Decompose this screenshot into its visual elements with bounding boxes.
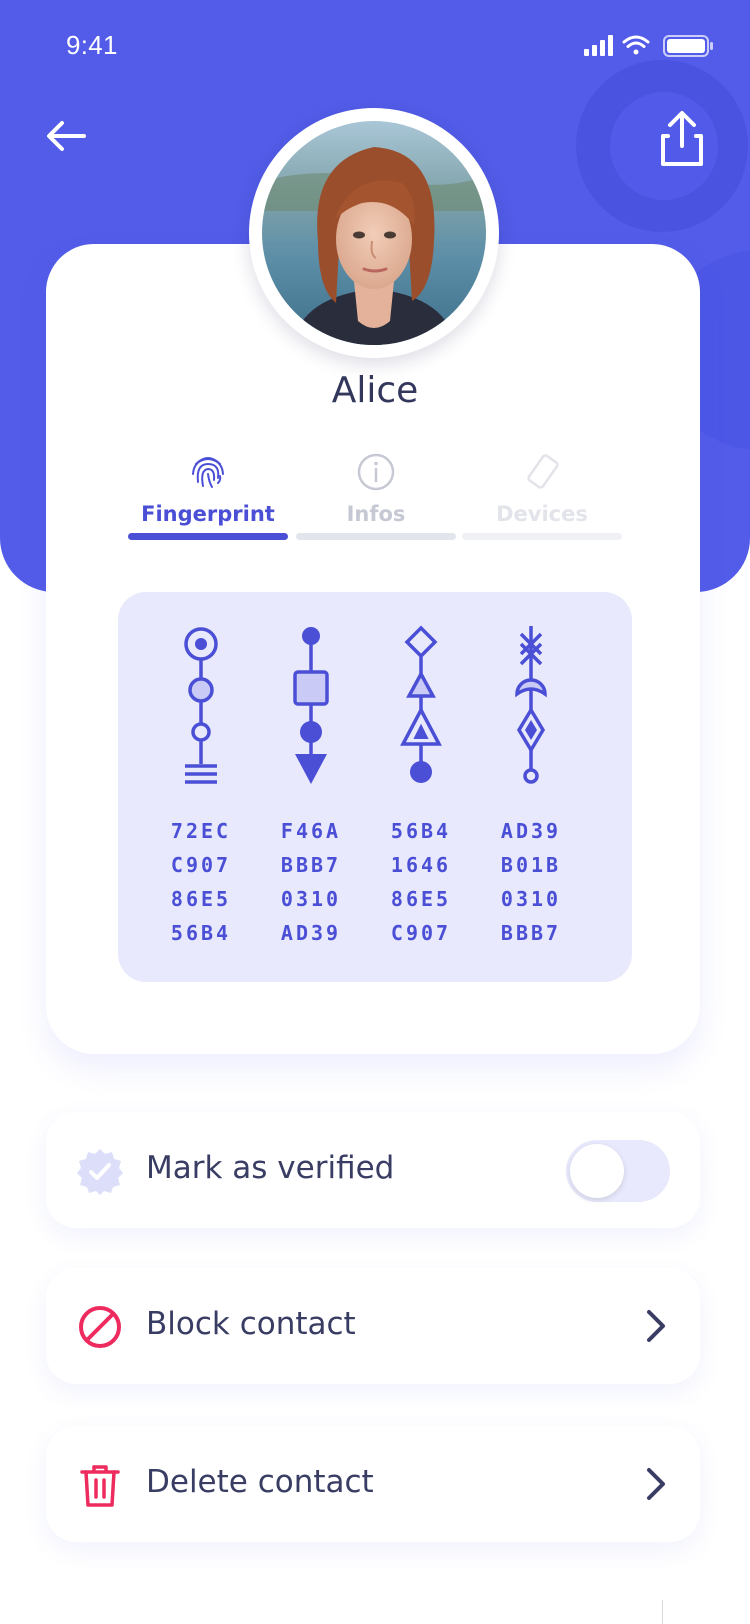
hex-code: BBB7 <box>280 853 342 877</box>
glyph-circle-target <box>184 627 218 784</box>
share-upload-icon <box>661 111 703 166</box>
contact-name: Alice <box>331 370 419 411</box>
profile-photo <box>262 121 486 345</box>
hex-column: 72EC C907 86E5 56B4 <box>156 814 246 950</box>
hex-code: 56B4 <box>390 819 452 843</box>
chevron-right-icon <box>647 1468 665 1500</box>
hex-code: AD39 <box>500 819 562 843</box>
tab-indicator <box>128 533 288 540</box>
chevron-right-icon <box>647 1310 665 1342</box>
device-icon <box>527 454 559 489</box>
tab-indicator <box>462 533 622 540</box>
hex-column: 56B4 1646 86E5 C907 <box>376 814 466 950</box>
hex-code: 0310 <box>500 887 562 911</box>
tab-devices[interactable]: Devices <box>462 452 622 540</box>
hex-code: 56B4 <box>170 921 232 945</box>
mark-verified-row[interactable]: Mark as verified <box>46 1112 700 1228</box>
hex-code: F46A <box>280 819 342 843</box>
battery-icon <box>663 35 713 57</box>
hex-code: 86E5 <box>170 887 232 911</box>
tab-infos[interactable]: Infos <box>296 452 456 540</box>
block-contact-row[interactable]: Block contact <box>46 1268 700 1384</box>
glyph-cross-moon-diamond <box>515 626 547 784</box>
block-icon <box>79 1306 121 1348</box>
tab-label: Devices <box>496 502 588 526</box>
hex-column: F46A BBB7 0310 AD39 <box>266 814 356 950</box>
hex-code: BBB7 <box>500 921 562 945</box>
info-icon <box>357 453 395 491</box>
share-button[interactable] <box>654 108 710 170</box>
tab-label: Infos <box>346 502 406 526</box>
tab-indicator <box>296 533 456 540</box>
avatar[interactable] <box>262 121 486 345</box>
verified-toggle[interactable] <box>566 1140 670 1202</box>
trash-icon <box>80 1465 120 1507</box>
arrow-left-icon <box>47 121 86 151</box>
tab-label: Fingerprint <box>141 502 275 526</box>
glyph-diamond-triangle <box>400 625 442 783</box>
hex-code: C907 <box>390 921 452 945</box>
status-time: 9:41 <box>66 30 118 60</box>
status-bar: 9:41 <box>0 0 750 92</box>
back-button[interactable] <box>40 110 92 162</box>
hex-code: 1646 <box>390 853 452 877</box>
glyph-square-arrow <box>293 627 329 784</box>
hex-code: 0310 <box>280 887 342 911</box>
hex-code: 86E5 <box>390 887 452 911</box>
wifi-icon <box>622 35 650 55</box>
status-icons <box>584 35 713 57</box>
tab-fingerprint[interactable]: Fingerprint <box>128 452 288 540</box>
hex-column: AD39 B01B 0310 BBB7 <box>486 814 576 950</box>
fingerprint-icon <box>192 457 224 488</box>
fingerprint-panel: 72EC C907 86E5 56B4 F46A BBB7 0310 AD39 … <box>118 592 632 982</box>
verified-badge-icon <box>77 1149 123 1195</box>
delete-contact-row[interactable]: Delete contact <box>46 1426 700 1542</box>
hex-code: 72EC <box>170 819 232 843</box>
hex-code: C907 <box>170 853 232 877</box>
block-contact-label: Block contact <box>146 1306 356 1342</box>
hex-code: B01B <box>500 853 562 877</box>
divider <box>662 1600 663 1624</box>
cellular-signal-icon <box>584 35 613 56</box>
toggle-knob <box>570 1144 624 1198</box>
mark-verified-label: Mark as verified <box>146 1150 395 1186</box>
delete-contact-label: Delete contact <box>146 1464 374 1500</box>
hex-code: AD39 <box>280 921 342 945</box>
